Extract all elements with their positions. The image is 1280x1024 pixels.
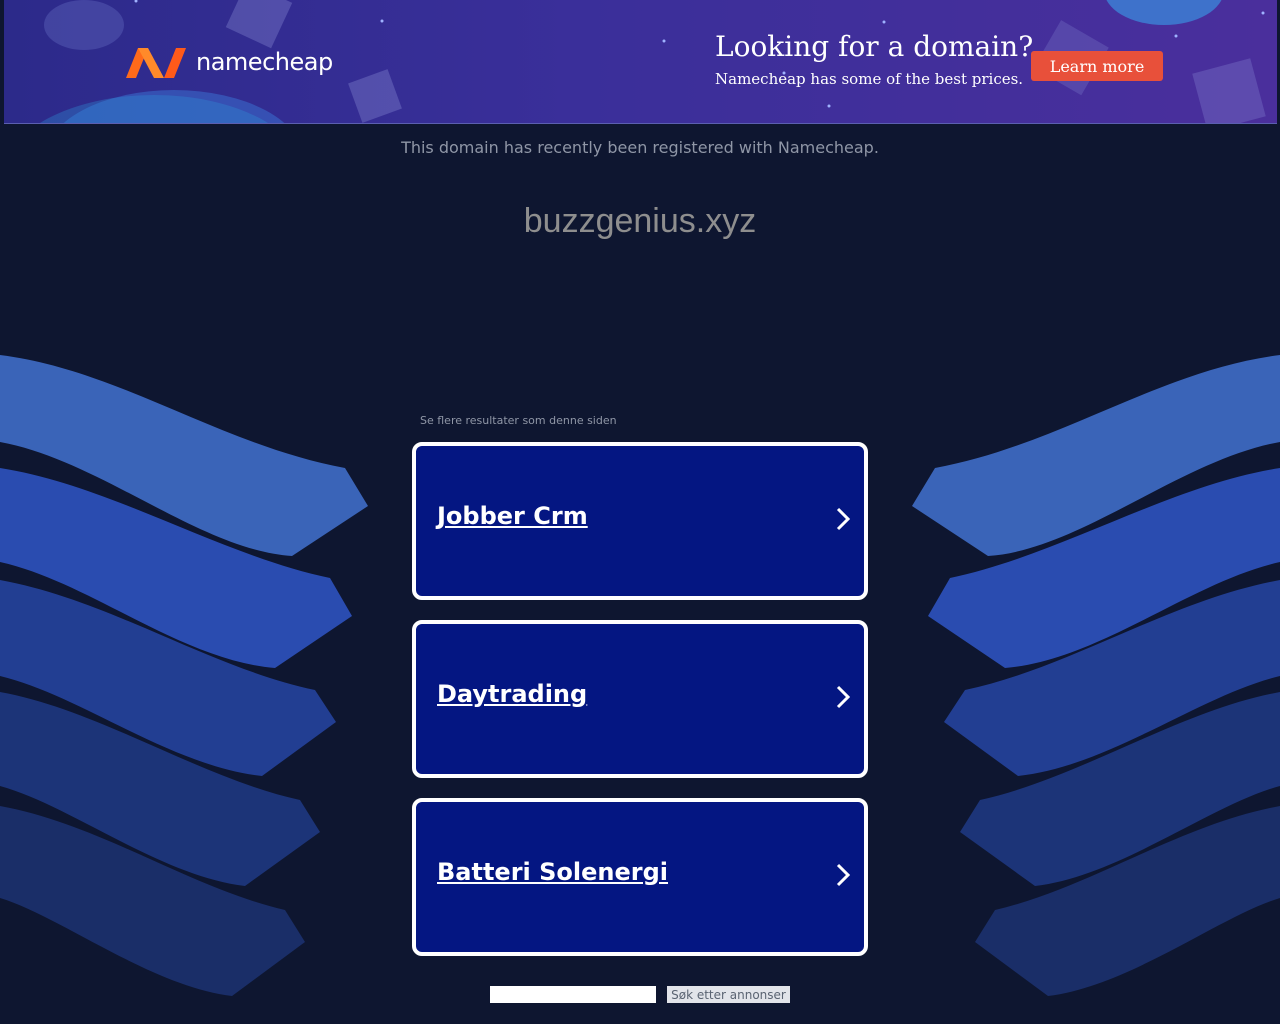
- result-card-daytrading[interactable]: Daytrading: [412, 620, 868, 778]
- promo-banner: namecheap Looking for a domain? Namechea…: [4, 0, 1277, 124]
- domain-name: buzzgenius.xyz: [523, 202, 757, 240]
- ad-search-input[interactable]: [490, 986, 656, 1003]
- related-searches-heading: Se flere resultater som denne siden: [420, 414, 617, 427]
- namecheap-n-icon: [126, 48, 186, 78]
- result-link[interactable]: Jobber Crm: [437, 502, 588, 530]
- promo-subtitle: Namecheap has some of the best prices.: [715, 70, 1024, 88]
- promo-title: Looking for a domain?: [715, 30, 1034, 63]
- result-link[interactable]: Daytrading: [437, 680, 587, 708]
- learn-more-button[interactable]: Learn more: [1031, 51, 1163, 81]
- chevron-right-icon: [836, 507, 850, 531]
- ad-search-button[interactable]: Søk etter annonser: [667, 986, 790, 1003]
- chevron-right-icon: [836, 685, 850, 709]
- registration-notice: This domain has recently been registered…: [401, 138, 879, 157]
- chevron-right-icon: [836, 863, 850, 887]
- result-link[interactable]: Batteri Solenergi: [437, 858, 668, 886]
- result-card-jobber-crm[interactable]: Jobber Crm: [412, 442, 868, 600]
- logo-text: namecheap: [196, 48, 333, 76]
- result-card-batteri-solenergi[interactable]: Batteri Solenergi: [412, 798, 868, 956]
- namecheap-logo[interactable]: namecheap: [124, 44, 333, 80]
